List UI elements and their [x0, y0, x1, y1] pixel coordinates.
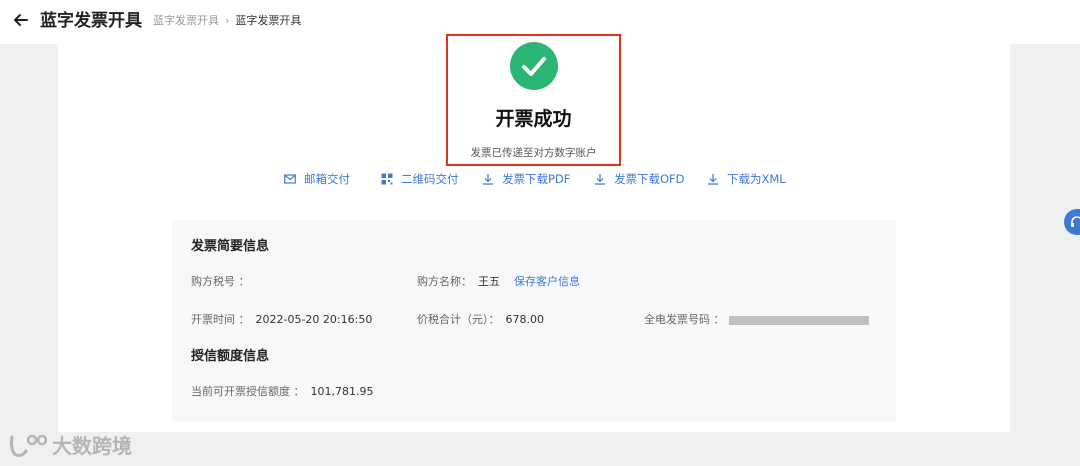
download-icon [483, 174, 493, 185]
total-amount-field: 价税合计（元）： 678.00 [417, 312, 544, 328]
invoice-number-redacted [728, 315, 869, 325]
buyer-name-value: 王五 [478, 275, 500, 288]
success-check-icon [510, 42, 558, 90]
mail-icon [284, 174, 296, 184]
delivery-actions: 邮箱交付 二维码交付 发票下载PDF 发票下载OFD 下载为XML [0, 171, 1080, 187]
customer-service-float-button[interactable] [1064, 209, 1080, 235]
watermark-logo-icon [10, 434, 48, 457]
page-title: 蓝字发票开具 [40, 11, 142, 31]
breadcrumb-item-parent[interactable]: 蓝字发票开具 [153, 14, 219, 27]
issue-time-field: 开票时间 ： 2022-05-20 20:16:50 [191, 312, 372, 328]
total-amount-value: 678.00 [505, 313, 545, 326]
download-icon [708, 174, 718, 185]
buyer-name-label: 购方名称： [417, 275, 472, 288]
breadcrumb-item-current: 蓝字发票开具 [235, 14, 302, 27]
watermark-text: 大数跨境 [52, 434, 132, 458]
qrcode-icon [381, 173, 393, 185]
action-label: 发票下载PDF [502, 172, 571, 186]
save-customer-link[interactable]: 保存客户信息 [514, 275, 580, 288]
issue-time-value: 2022-05-20 20:16:50 [255, 313, 373, 326]
success-subtitle: 发票已传递至对方数字账户 [470, 147, 597, 159]
invoice-info-panel: 发票简要信息 购方税号 ： 购方名称： 王五 保存客户信息 开票时间 ： 2022-0… [172, 220, 896, 422]
success-title: 开票成功 [495, 108, 572, 130]
download-icon [595, 174, 605, 185]
buyer-name-field: 购方名称： 王五 保存客户信息 [417, 274, 580, 290]
summary-section-title: 发票简要信息 [191, 239, 270, 254]
invoice-number-field: 全电发票号码 ： [644, 312, 869, 328]
action-label: 下载为XML [727, 172, 786, 186]
action-label: 发票下载OFD [614, 172, 685, 186]
buyer-tax-no-field: 购方税号 ： [191, 274, 256, 290]
invoice-number-label: 全电发票号码 ： [644, 313, 725, 326]
breadcrumb: 蓝字发票开具 › 蓝字发票开具 [153, 13, 301, 29]
breadcrumb-separator: › [225, 14, 230, 27]
issue-time-label: 开票时间 ： [191, 313, 250, 326]
credit-available-value: 101,781.95 [310, 385, 374, 398]
headset-icon [1071, 216, 1080, 227]
total-amount-label: 价税合计（元）： [417, 313, 500, 326]
back-arrow-icon[interactable] [10, 9, 32, 31]
credit-available-field: 当前可开票授信额度 ： 101,781.95 [191, 384, 373, 400]
credit-section-title: 授信额度信息 [191, 349, 270, 364]
action-label: 邮箱交付 [304, 172, 350, 186]
buyer-tax-no-label: 购方税号 ： [191, 275, 250, 288]
credit-available-label: 当前可开票授信额度 ： [191, 385, 305, 398]
action-label: 二维码交付 [401, 172, 459, 186]
